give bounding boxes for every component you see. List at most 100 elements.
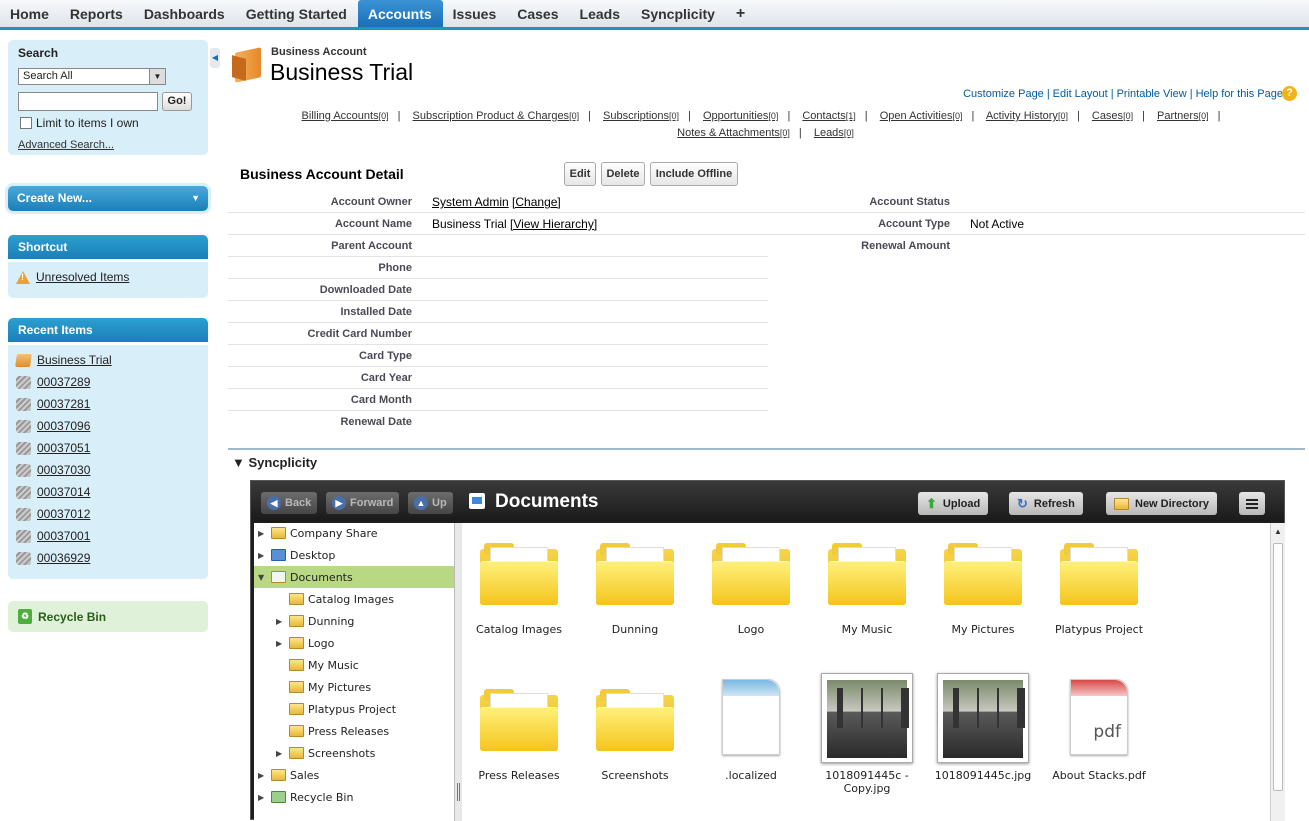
recent-item[interactable]: Business Trial [15,349,200,371]
scroll-up-icon[interactable]: ▲ [1274,527,1282,536]
tab-syncplicity[interactable]: Syncplicity [631,0,726,27]
tab-cases[interactable]: Cases [507,0,569,27]
file-item[interactable]: 1018091445c - Copy.jpg [812,673,922,795]
go-button[interactable]: Go! [162,92,192,111]
related-link[interactable]: Leads[0] [814,127,854,139]
related-link[interactable]: Cases[0] [1092,110,1133,122]
recent-item[interactable]: 00037030 [16,459,200,481]
field-card-type: Card Type [228,345,768,367]
pane-splitter[interactable] [454,523,462,821]
recent-item[interactable]: 00037289 [16,371,200,393]
help-icon[interactable]: ? [1282,86,1297,101]
tree-node[interactable]: Catalog Images [276,589,394,609]
file-item[interactable]: Dunning [580,543,690,636]
tab-getting-started[interactable]: Getting Started [236,0,358,27]
related-link[interactable]: Subscription Product & Charges[0] [413,110,580,122]
add-tab-button[interactable]: + [726,0,756,27]
tree-node[interactable]: ▶ Dunning [276,611,354,631]
scrollbar-thumb[interactable] [1273,543,1283,791]
expand-icon[interactable]: ▶ [276,639,285,648]
tab-reports[interactable]: Reports [60,0,134,27]
tree-node[interactable]: ▶ Company Share [258,523,378,543]
help-link[interactable]: Help for this Page [1196,88,1283,100]
related-link[interactable]: Activity History[0] [986,110,1068,122]
delete-button[interactable]: Delete [601,162,645,186]
expand-icon[interactable]: ▶ [258,771,267,780]
tab-dashboards[interactable]: Dashboards [134,0,236,27]
printable-view-link[interactable]: Printable View [1117,88,1187,100]
tree-node[interactable]: ▶ Desktop [258,545,335,565]
file-item[interactable]: My Pictures [928,543,1038,636]
file-item[interactable]: Press Releases [464,689,574,782]
tree-node[interactable]: ▼ Documents [258,567,353,587]
related-link[interactable]: Notes & Attachments[0] [677,127,790,139]
new-directory-button[interactable]: New Directory [1106,492,1217,515]
field-renewal-amount: Renewal Amount [228,235,1305,257]
menu-button[interactable] [1239,492,1265,515]
related-link[interactable]: Subscriptions[0] [603,110,679,122]
tab-home[interactable]: Home [0,0,60,27]
recent-item[interactable]: 00037051 [16,437,200,459]
tree-node[interactable]: My Pictures [276,677,371,697]
file-item[interactable]: .localized [696,679,806,782]
file-name: Logo [737,623,765,636]
tree-node[interactable]: Platypus Project [276,699,396,719]
recent-item[interactable]: 00037012 [16,503,200,525]
customize-page-link[interactable]: Customize Page [963,88,1044,100]
forward-button[interactable]: ▶ Forward [326,492,400,514]
related-link[interactable]: Partners[0] [1157,110,1209,122]
tree-node[interactable]: ▶ Screenshots [276,743,375,763]
tree-node[interactable]: My Music [276,655,359,675]
file-item[interactable]: 1018091445c.jpg [928,673,1038,782]
limit-checkbox[interactable] [20,117,32,129]
create-new-button[interactable]: Create New... ▼ [8,186,208,211]
tab-issues[interactable]: Issues [443,0,508,27]
expand-icon[interactable]: ▶ [258,529,267,538]
collapse-icon[interactable]: ▼ [258,573,267,582]
file-item[interactable]: pdf About Stacks.pdf [1044,679,1154,782]
tab-accounts[interactable]: Accounts [357,0,443,27]
recent-item[interactable]: 00037096 [16,415,200,437]
recent-item[interactable]: 00036929 [16,547,200,569]
recent-item[interactable]: 00037014 [16,481,200,503]
field-label: Downloaded Date [319,284,412,296]
recent-item[interactable]: 00037281 [16,393,200,415]
search-input[interactable] [18,92,158,111]
related-link[interactable]: Contacts[1] [802,110,855,122]
up-button[interactable]: ▲ Up [408,492,453,514]
tree-node[interactable]: ▶ Recycle Bin [258,787,353,807]
related-link[interactable]: Billing Accounts[0] [302,110,389,122]
expand-icon[interactable]: ▶ [258,793,267,802]
recent-item[interactable]: 00037001 [16,525,200,547]
shortcut-unresolved-items[interactable]: Unresolved Items [16,266,200,288]
related-link[interactable]: Opportunities[0] [703,110,778,122]
refresh-button[interactable]: ↻ Refresh [1009,492,1083,515]
back-button[interactable]: ◀ Back [261,492,318,514]
expand-icon[interactable]: ▶ [276,749,285,758]
edit-button[interactable]: Edit [564,162,596,186]
file-grid-scrollbar[interactable]: ▲ [1270,523,1285,821]
recycle-bin-link[interactable]: ♻ Recycle Bin [8,601,208,632]
syncplicity-section-toggle[interactable]: ▼ Syncplicity [232,455,317,470]
tree-node[interactable]: ▶ Sales [258,765,319,785]
file-item[interactable]: Screenshots [580,689,690,782]
expand-icon[interactable]: ▶ [258,551,267,560]
upload-button[interactable]: ⬆ Upload [918,492,989,515]
tree-node[interactable]: ▶ Logo [276,633,334,653]
tree-node[interactable]: Press Releases [276,721,389,741]
edit-layout-link[interactable]: Edit Layout [1053,88,1108,100]
include-offline-button[interactable]: Include Offline [650,162,738,186]
file-item[interactable]: Logo [696,543,806,636]
collapse-sidebar-handle[interactable]: ◀ [210,48,220,68]
advanced-search-link[interactable]: Advanced Search... [18,139,114,151]
tab-leads[interactable]: Leads [570,0,631,27]
search-scope-select[interactable]: Search All ▼ [18,68,166,85]
expand-icon[interactable]: ▶ [276,617,285,626]
file-item[interactable]: My Music [812,543,922,636]
file-item[interactable]: Platypus Project [1044,543,1154,636]
related-link[interactable]: Open Activities[0] [880,110,963,122]
chevron-down-icon[interactable]: ▼ [149,69,165,84]
file-item[interactable]: Catalog Images [464,543,574,636]
splitter-grip[interactable] [457,783,460,801]
shortcut-panel: Unresolved Items [8,262,208,298]
